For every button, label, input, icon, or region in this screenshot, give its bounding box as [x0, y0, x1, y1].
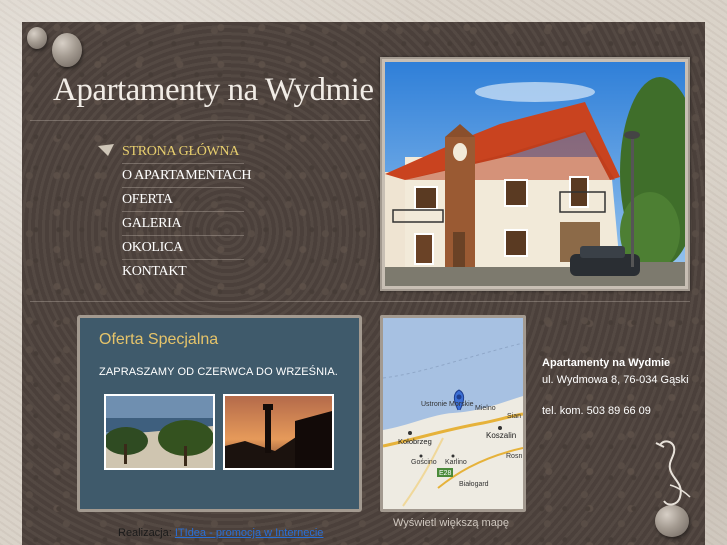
offer-thumb-beach[interactable]	[104, 394, 215, 470]
house-photo	[385, 62, 685, 286]
offer-title: Oferta Specjalna	[99, 331, 219, 348]
lighthouse-photo	[225, 396, 332, 468]
beach-photo	[104, 396, 214, 468]
nav-item-kontakt[interactable]: KONTAKT	[122, 260, 244, 284]
larger-map-link[interactable]: Wyświetl większą mapę	[393, 517, 509, 529]
map-place-label: Koszalin	[486, 431, 516, 440]
footer-itidea-link[interactable]: ITIdea - promocja w Internecie	[175, 527, 324, 539]
map-place-label: Mielno	[475, 405, 496, 412]
map-place-label: Ustronie Morskie	[421, 401, 474, 408]
map-place-label: Białogard	[459, 481, 489, 488]
offer-text: ZAPRASZAMY OD CZERWCA DO WRZEŚNIA.	[99, 366, 338, 378]
map-place-label: Rosn	[506, 453, 522, 460]
content-divider	[30, 301, 690, 302]
map-place-label: Gościno	[411, 459, 437, 466]
footer-prefix: Realizacja:	[118, 527, 175, 539]
nav-item-oferta[interactable]: OFERTA	[122, 188, 244, 212]
map-place-label: Sian	[507, 413, 521, 420]
active-marker-icon	[98, 144, 114, 156]
header-divider	[30, 120, 370, 121]
main-nav: STRONA GŁÓWNA O APARTAMENTACH OFERTA GAL…	[122, 140, 252, 284]
nav-item-strona-glowna[interactable]: STRONA GŁÓWNA	[122, 140, 244, 164]
contact-address: ul. Wydmowa 8, 76-034 Gąski	[542, 374, 689, 386]
map-embed[interactable]: E28 Ustronie Morskie Mielno Sian Kołobrz…	[380, 315, 526, 512]
bird-ornament-icon	[655, 440, 691, 506]
contact-name: Apartamenty na Wydmie	[542, 357, 671, 369]
site-title[interactable]: Apartamenty na Wydmie	[53, 72, 374, 109]
special-offer-box: Oferta Specjalna ZAPRASZAMY OD CZERWCA D…	[77, 315, 362, 512]
offer-thumb-lighthouse[interactable]	[223, 394, 334, 470]
nav-item-okolica[interactable]: OKOLICA	[122, 236, 244, 260]
contact-phone: tel. kom. 503 89 66 09	[542, 405, 651, 417]
nav-item-o-apartamentach[interactable]: O APARTAMENTACH	[122, 164, 252, 188]
nav-item-galeria[interactable]: GALERIA	[122, 212, 244, 236]
house-photo-frame	[380, 57, 690, 291]
map-place-label: Kołobrzeg	[398, 437, 432, 446]
footer-credit: Realizacja: ITIdea - promocja w Internec…	[118, 527, 323, 539]
map-place-label: Karlino	[445, 459, 467, 466]
map-road-label: E28	[439, 470, 452, 477]
decorative-stone-icon	[27, 27, 47, 49]
decorative-stone-icon	[52, 33, 82, 67]
map-canvas: E28 Ustronie Morskie Mielno Sian Kołobrz…	[383, 318, 523, 509]
